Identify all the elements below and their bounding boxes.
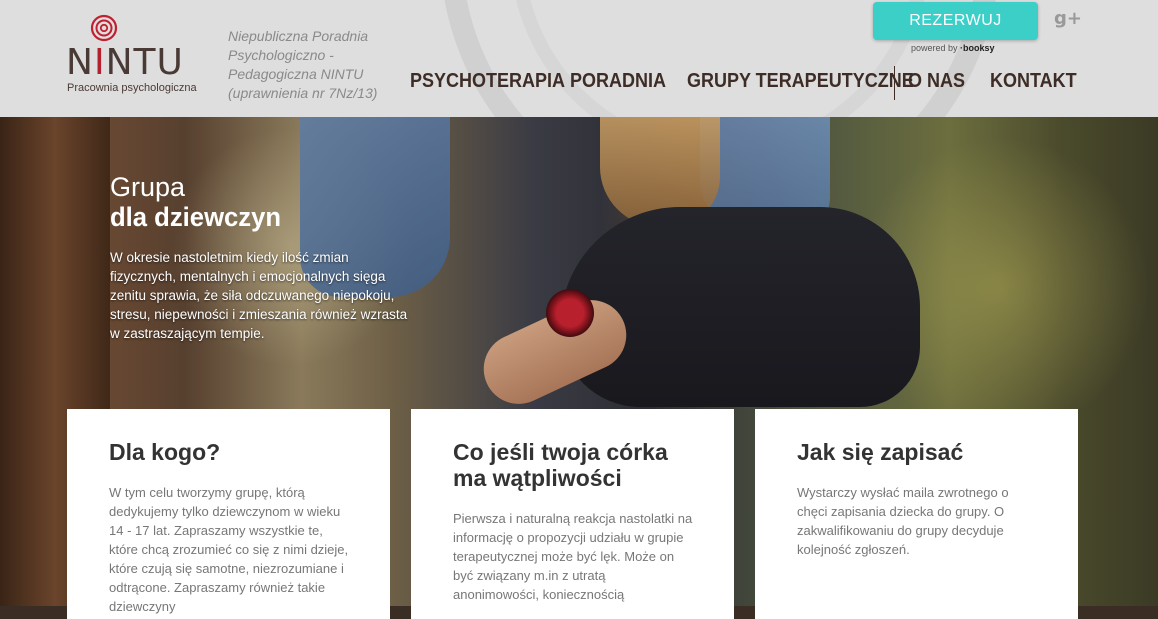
hero-description: W okresie nastoletnim kiedy ilość zmian … xyxy=(110,250,408,341)
reserve-button[interactable]: REZERWUJ xyxy=(873,2,1038,40)
card-text: Pierwsza i naturalną reakcja nastolatki … xyxy=(453,511,693,602)
hero-photo-knee xyxy=(560,207,920,407)
hero-photo-watch xyxy=(546,289,594,337)
site-logo[interactable]: NINTU Pracownia psychologiczna xyxy=(66,14,206,104)
card-title: Jak się zapisać xyxy=(797,439,964,465)
google-plus-icon[interactable]: g+ xyxy=(1054,8,1082,32)
nav-item-grupy-terapeutyczne[interactable]: GRUPY TERAPEUTYCZNE xyxy=(687,70,914,93)
spiral-logo-icon xyxy=(90,14,118,42)
nav-item-psychoterapia[interactable]: PSYCHOTERAPIA xyxy=(410,70,565,93)
nav-item-kontakt[interactable]: KONTAKT xyxy=(990,70,1077,93)
nav-divider xyxy=(894,66,895,100)
powered-by-booksy[interactable]: powered by ·booksy xyxy=(911,43,995,53)
logo-subtitle: Pracownia psychologiczna xyxy=(67,82,197,94)
hero-title: Grupa dla dziewczyn xyxy=(110,172,282,232)
nav-item-poradnia[interactable]: PORADNIA xyxy=(570,70,666,93)
card-text: W tym celu tworzymy grupę, którą dedykuj… xyxy=(109,485,349,614)
card-title: Dla kogo? xyxy=(109,439,221,465)
info-card-watpliwosci: Co jeśli twoja córka ma wątpliwości Pier… xyxy=(411,409,734,619)
info-card-dla-kogo: Dla kogo? W tym celu tworzymy grupę, któ… xyxy=(67,409,390,619)
card-text: Wystarczy wysłać maila zwrotnego o chęci… xyxy=(797,485,1009,557)
site-tagline: Niepubliczna Poradnia Psychologiczno - P… xyxy=(228,28,378,101)
decorative-arc-inner xyxy=(510,0,930,117)
nav-item-o-nas[interactable]: O NAS xyxy=(908,70,965,93)
logo-wordmark: NINTU xyxy=(66,42,184,83)
card-title: Co jeśli twoja córka ma wątpliwości xyxy=(453,439,668,491)
site-header: NINTU Pracownia psychologiczna Niepublic… xyxy=(0,0,1158,117)
info-card-zapisy: Jak się zapisać Wystarczy wysłać maila z… xyxy=(755,409,1078,619)
